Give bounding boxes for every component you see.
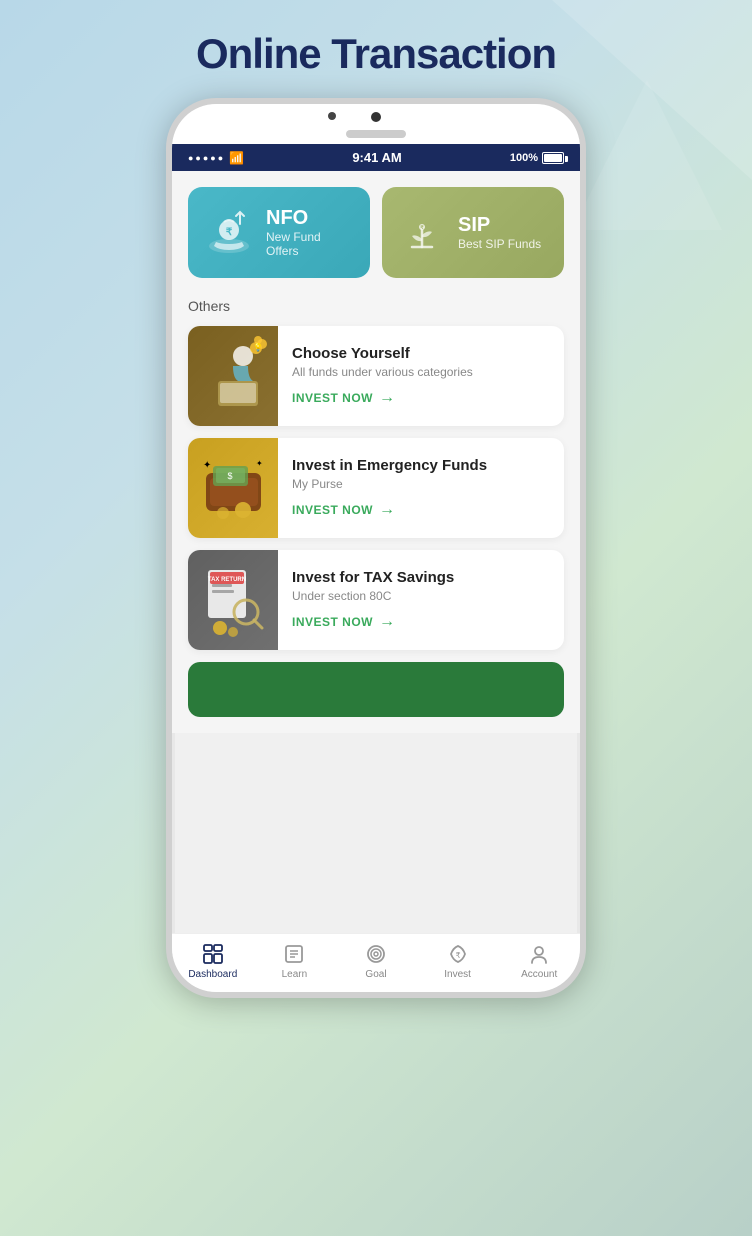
camera-icon: [371, 112, 381, 122]
arrow-icon: →: [379, 389, 396, 407]
nav-invest[interactable]: ₹ Invest: [417, 942, 499, 980]
invest-icon: ₹: [446, 942, 470, 966]
nfo-subtitle: New Fund Offers: [266, 230, 354, 258]
wifi-icon: 📶: [229, 151, 244, 165]
nav-learn[interactable]: Learn: [254, 942, 336, 980]
svg-text:$: $: [227, 471, 232, 481]
choose-yourself-sub: All funds under various categories: [292, 365, 473, 379]
status-left: ●●●●● 📶: [188, 151, 244, 165]
svg-text:₹: ₹: [226, 227, 233, 238]
choose-yourself-title: Choose Yourself: [292, 345, 473, 362]
emergency-sub: My Purse: [292, 477, 487, 491]
sip-title: SIP: [458, 214, 541, 237]
sip-icon: ₹: [398, 209, 446, 257]
battery-percent: 100%: [510, 152, 538, 164]
others-label: Others: [188, 298, 564, 314]
choose-yourself-thumb: 💡: [188, 326, 278, 426]
learn-icon: [282, 942, 306, 966]
tax-cta[interactable]: INVEST NOW →: [292, 613, 454, 631]
nfo-text: NFO New Fund Offers: [266, 207, 354, 258]
dashboard-label: Dashboard: [188, 969, 237, 980]
list-item[interactable]: TAX RETURN Invest for TAX Savings Under …: [188, 550, 564, 650]
goal-label: Goal: [365, 969, 386, 980]
phone-top: [172, 104, 580, 144]
nav-dashboard[interactable]: Dashboard: [172, 942, 254, 980]
status-right: 100%: [510, 152, 564, 164]
emergency-title: Invest in Emergency Funds: [292, 457, 487, 474]
sip-text: SIP Best SIP Funds: [458, 214, 541, 251]
choose-yourself-cta[interactable]: INVEST NOW →: [292, 389, 473, 407]
status-time: 9:41 AM: [352, 150, 401, 165]
speaker-icon: [346, 130, 406, 138]
top-cards-row: ₹ NFO New Fund Offers: [188, 187, 564, 278]
nfo-card[interactable]: ₹ NFO New Fund Offers: [188, 187, 370, 278]
svg-text:✦: ✦: [203, 460, 211, 471]
tax-thumb: TAX RETURN: [188, 550, 278, 650]
svg-text:✦: ✦: [256, 459, 263, 468]
learn-label: Learn: [282, 969, 308, 980]
status-bar: ●●●●● 📶 9:41 AM 100%: [172, 144, 580, 171]
partial-card: [188, 662, 564, 717]
tax-body: Invest for TAX Savings Under section 80C…: [278, 557, 468, 643]
dashboard-icon: [201, 942, 225, 966]
phone-body: ●●●●● 📶 9:41 AM 100%: [166, 98, 586, 998]
app-content: ₹ NFO New Fund Offers: [172, 171, 580, 733]
battery-icon: [542, 152, 564, 164]
invest-label: Invest: [444, 969, 471, 980]
nav-goal[interactable]: Goal: [335, 942, 417, 980]
choose-yourself-body: Choose Yourself All funds under various …: [278, 333, 487, 419]
emergency-thumb: $ ✦ ✦: [188, 438, 278, 538]
nfo-title: NFO: [266, 207, 354, 230]
goal-icon: [364, 942, 388, 966]
account-label: Account: [521, 969, 557, 980]
list-item[interactable]: $ ✦ ✦ Invest in Emergency Funds My Purse: [188, 438, 564, 538]
svg-text:₹: ₹: [455, 951, 460, 960]
account-icon: [527, 942, 551, 966]
list-item[interactable]: 💡 Choose Yourself All funds under variou…: [188, 326, 564, 426]
svg-text:TAX RETURN: TAX RETURN: [208, 577, 246, 583]
emergency-cta[interactable]: INVEST NOW →: [292, 501, 487, 519]
svg-text:💡: 💡: [253, 342, 263, 352]
bottom-nav: Dashboard Learn: [172, 933, 580, 992]
tax-title: Invest for TAX Savings: [292, 569, 454, 586]
arrow-icon: →: [379, 613, 396, 631]
emergency-body: Invest in Emergency Funds My Purse INVES…: [278, 445, 501, 531]
nav-account[interactable]: Account: [498, 942, 580, 980]
arrow-icon: →: [379, 501, 396, 519]
sip-card[interactable]: ₹ SIP Best SIP Funds: [382, 187, 564, 278]
signal-dots: ●●●●●: [188, 153, 225, 163]
nfo-icon: ₹: [204, 208, 254, 258]
tax-sub: Under section 80C: [292, 589, 454, 603]
phone-mockup: ●●●●● 📶 9:41 AM 100%: [0, 98, 752, 998]
sip-subtitle: Best SIP Funds: [458, 237, 541, 251]
front-camera-icon: [328, 112, 336, 120]
